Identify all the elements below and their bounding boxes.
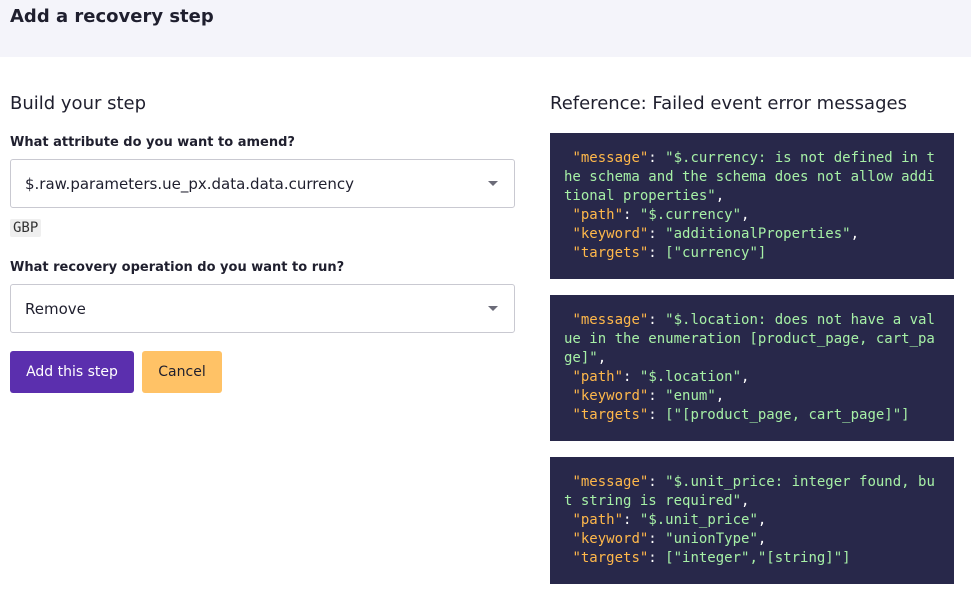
chevron-down-icon <box>488 181 498 186</box>
chevron-down-icon <box>488 306 498 311</box>
page-header: Add a recovery step <box>0 0 971 57</box>
operation-label: What recovery operation do you want to r… <box>10 260 345 275</box>
operation-select[interactable]: Remove <box>10 284 515 333</box>
attribute-select-value: $.raw.parameters.ue_px.data.data.currenc… <box>25 175 354 193</box>
cancel-button[interactable]: Cancel <box>142 351 222 393</box>
error-keyword: additionalProperties <box>673 226 843 242</box>
error-targets: ["[product_page, cart_page]"] <box>665 407 910 423</box>
error-path: $.currency <box>648 207 733 223</box>
error-targets: ["integer","[string]"] <box>665 550 851 566</box>
operation-select-value: Remove <box>25 300 86 318</box>
error-message-block: "message": "$.currency: is not defined i… <box>550 133 954 279</box>
error-message-block: "message": "$.unit_price: integer found,… <box>550 457 954 584</box>
error-path: $.unit_price <box>648 512 750 528</box>
attribute-label: What attribute do you want to amend? <box>10 135 295 150</box>
builder-title: Build your step <box>10 93 147 114</box>
attribute-select[interactable]: $.raw.parameters.ue_px.data.data.currenc… <box>10 159 515 208</box>
current-value-chip: GBP <box>10 219 42 237</box>
error-targets: ["currency"] <box>665 245 767 261</box>
add-step-button[interactable]: Add this step <box>10 351 134 393</box>
error-keyword: unionType <box>673 531 750 547</box>
error-path: $.location <box>648 369 733 385</box>
error-message-block: "message": "$.location: does not have a … <box>550 295 954 441</box>
step-builder: Build your step What attribute do you wa… <box>10 92 517 393</box>
reference-panel: Reference: Failed event error messages "… <box>550 92 954 584</box>
reference-title: Reference: Failed event error messages <box>550 93 907 114</box>
page-title: Add a recovery step <box>10 6 214 27</box>
error-keyword: enum <box>673 388 708 404</box>
